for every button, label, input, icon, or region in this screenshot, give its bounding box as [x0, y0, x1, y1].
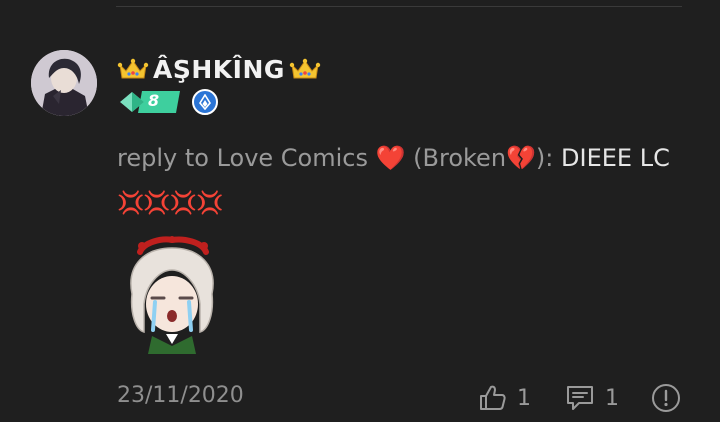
crying-sticker [122, 234, 222, 354]
heart-emoji: ❤️ [375, 144, 406, 172]
author-name[interactable]: ÂŞHKÎNG [153, 55, 285, 84]
crown-icon [289, 57, 321, 81]
reply-separator: ): [535, 144, 554, 172]
thumbs-up-icon [477, 383, 507, 413]
comment-icon [565, 383, 595, 413]
reply-count: 1 [605, 385, 619, 411]
report-button[interactable] [651, 383, 681, 413]
avatar-image [31, 50, 97, 116]
reply-target-suffix: (Broken [413, 144, 507, 172]
comment-footer: 23/11/2020 1 1 [117, 383, 687, 415]
username-row: ÂŞHKÎNG [117, 52, 321, 86]
avatar[interactable] [31, 50, 97, 116]
verified-icon[interactable] [192, 89, 218, 115]
anger-emojis: 💢💢💢💢 [117, 191, 224, 216]
report-icon [651, 383, 681, 413]
level-number: 8 [148, 91, 160, 110]
level-badge[interactable]: 8 [118, 88, 182, 116]
like-count: 1 [517, 385, 531, 411]
reply-prefix[interactable]: reply to Love Comics [117, 144, 368, 172]
broken-heart-emoji: 💔 [506, 144, 536, 172]
author-badges: 8 [118, 88, 218, 116]
comment-date: 23/11/2020 [117, 383, 244, 408]
like-button[interactable]: 1 [477, 383, 531, 413]
reply-button[interactable]: 1 [565, 383, 619, 413]
top-divider [116, 6, 682, 7]
crown-icon [117, 57, 149, 81]
comment-body: reply to Love Comics ❤️ (Broken💔): DIEEE… [117, 136, 677, 226]
comment-text: DIEEE LC [561, 144, 670, 172]
